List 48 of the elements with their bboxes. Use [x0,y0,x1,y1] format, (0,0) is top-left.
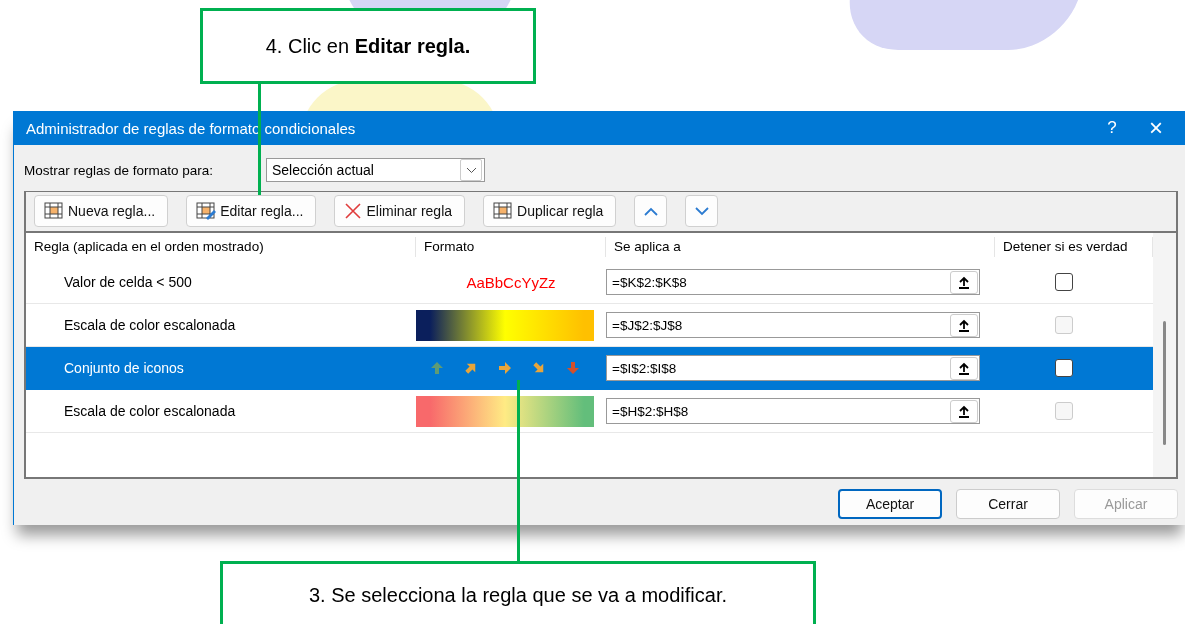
dialog-button[interactable]: Cerrar [956,489,1060,519]
scope-dropdown[interactable]: Selección actual [266,158,485,182]
column-header: Se aplica a [606,237,995,257]
help-button[interactable]: ? [1090,118,1134,138]
move-down-button[interactable] [685,195,719,227]
delete-x-icon [344,202,363,220]
column-header: Formato [416,237,606,257]
rule-name: Escala de color escalonada [63,317,237,333]
upload-arrow-icon [958,275,970,289]
range-field[interactable]: =$H$2:$H$8 [606,398,980,424]
chevron-down-icon [694,206,709,216]
close-button[interactable]: × [1134,114,1178,142]
scrollbar[interactable] [1153,233,1176,477]
duplicate-rule-button[interactable]: Duplicar regla [483,195,617,227]
range-field[interactable]: =$I$2:$I$8 [606,355,980,381]
chevron-up-icon [643,206,658,216]
collapse-button[interactable] [950,270,978,294]
collapse-button[interactable] [950,313,978,337]
upload-arrow-icon [958,361,970,375]
rule-row[interactable]: Conjunto de iconos =$I$2:$I$8 [26,347,1153,390]
upload-arrow-icon [958,318,970,332]
rule-row[interactable]: Escala de color escalonada =$J$2:$J$8 [26,304,1153,347]
range-field[interactable]: =$J$2:$J$8 [606,312,980,338]
dialog-button[interactable]: Aceptar [838,489,942,519]
new-rule-button[interactable]: Nueva regla... [34,195,169,227]
rule-name: Conjunto de iconos [63,360,185,376]
upload-arrow-icon [958,404,970,418]
callout-text: 4. Clic en Editar regla. [265,34,471,58]
table-icon [44,202,64,220]
rule-name: Valor de celda < 500 [63,274,193,290]
rule-row[interactable]: Escala de color escalonada =$H$2:$H$8 [26,390,1153,433]
stop-if-true-checkbox[interactable] [1055,359,1073,377]
column-header: Regla (aplicada en el orden mostrado) [26,237,416,257]
collapse-button[interactable] [950,399,978,423]
format-preview-text: AaBbCcYyZz [466,273,556,291]
range-field[interactable]: =$K$2:$K$8 [606,269,980,295]
show-rules-label: Mostrar reglas de formato para: [24,162,215,178]
table-pencil-icon [196,202,217,220]
table-icon [493,202,514,220]
edit-rule-button[interactable]: Editar regla... [186,195,317,227]
move-up-button[interactable] [634,195,668,227]
stop-if-true-checkbox[interactable] [1055,273,1073,291]
rule-row[interactable]: Valor de celda < 500 AaBbCcYyZz =$K$2:$K$8 [26,261,1153,304]
collapse-button[interactable] [950,356,978,380]
delete-rule-button[interactable]: Eliminar regla [334,195,466,227]
callout-text: 3. Se selecciona la regla que se va a modificar. [309,584,727,607]
rule-name: Escala de color escalonada [63,403,237,419]
caret-icon [460,159,482,181]
